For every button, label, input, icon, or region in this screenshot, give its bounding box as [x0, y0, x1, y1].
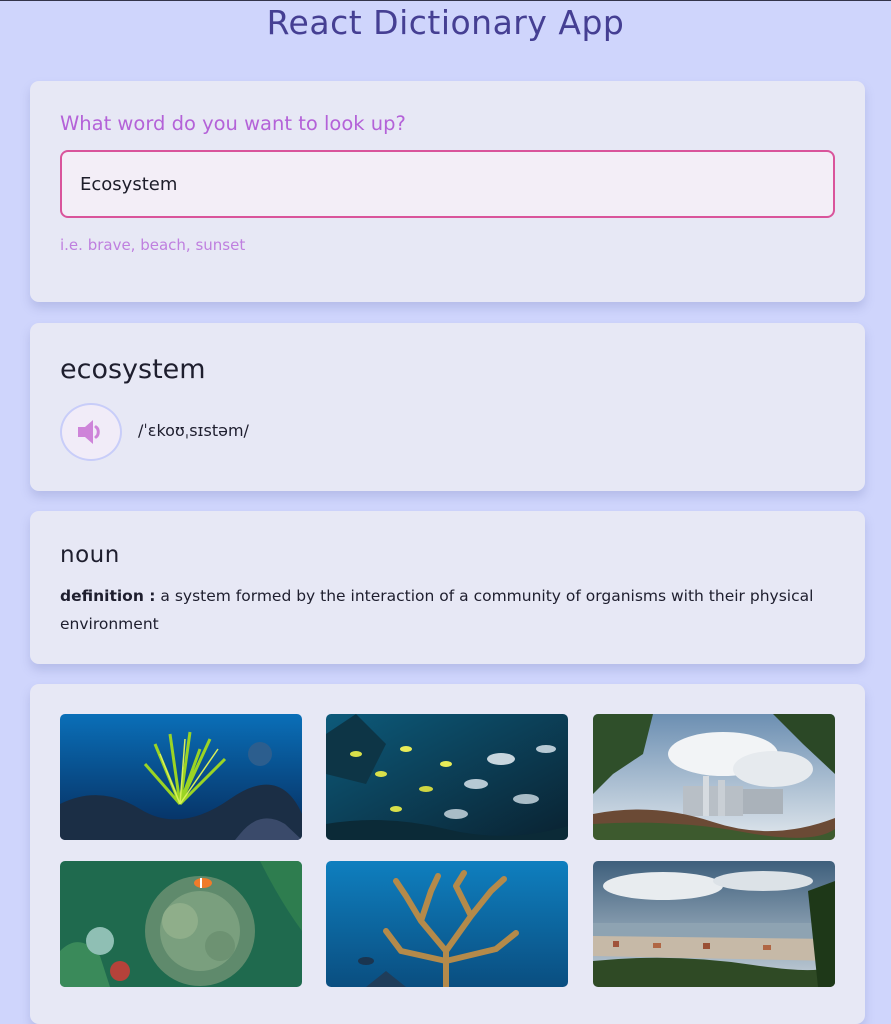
word-card: ecosystem /ˈɛkoʊˌsɪstəm/ [30, 323, 865, 491]
meaning-card: noun definition : a system formed by the… [30, 511, 865, 664]
photo-city-bay[interactable] [593, 861, 835, 987]
search-question: What word do you want to look up? [60, 112, 406, 135]
photo-clownfish[interactable] [60, 861, 302, 987]
play-audio-button[interactable] [60, 403, 122, 461]
speaker-icon [78, 420, 100, 444]
photos-card [30, 684, 865, 1024]
part-of-speech: noun [60, 542, 120, 568]
definition: definition : a system formed by the inte… [60, 582, 840, 638]
word-title: ecosystem [60, 354, 206, 385]
photo-branching-coral[interactable] [326, 861, 568, 987]
search-hint: i.e. brave, beach, sunset [60, 236, 246, 254]
app-title: React Dictionary App [266, 3, 625, 42]
photo-coral-reef[interactable] [60, 714, 302, 840]
photo-city-skyline[interactable] [593, 714, 835, 840]
search-input[interactable] [60, 150, 835, 218]
definition-text: a system formed by the interaction of a … [60, 587, 814, 633]
definition-label: definition : [60, 587, 156, 605]
search-card: What word do you want to look up? i.e. b… [30, 81, 865, 302]
phonetic-text: /ˈɛkoʊˌsɪstəm/ [138, 421, 249, 440]
photo-fish-school[interactable] [326, 714, 568, 840]
